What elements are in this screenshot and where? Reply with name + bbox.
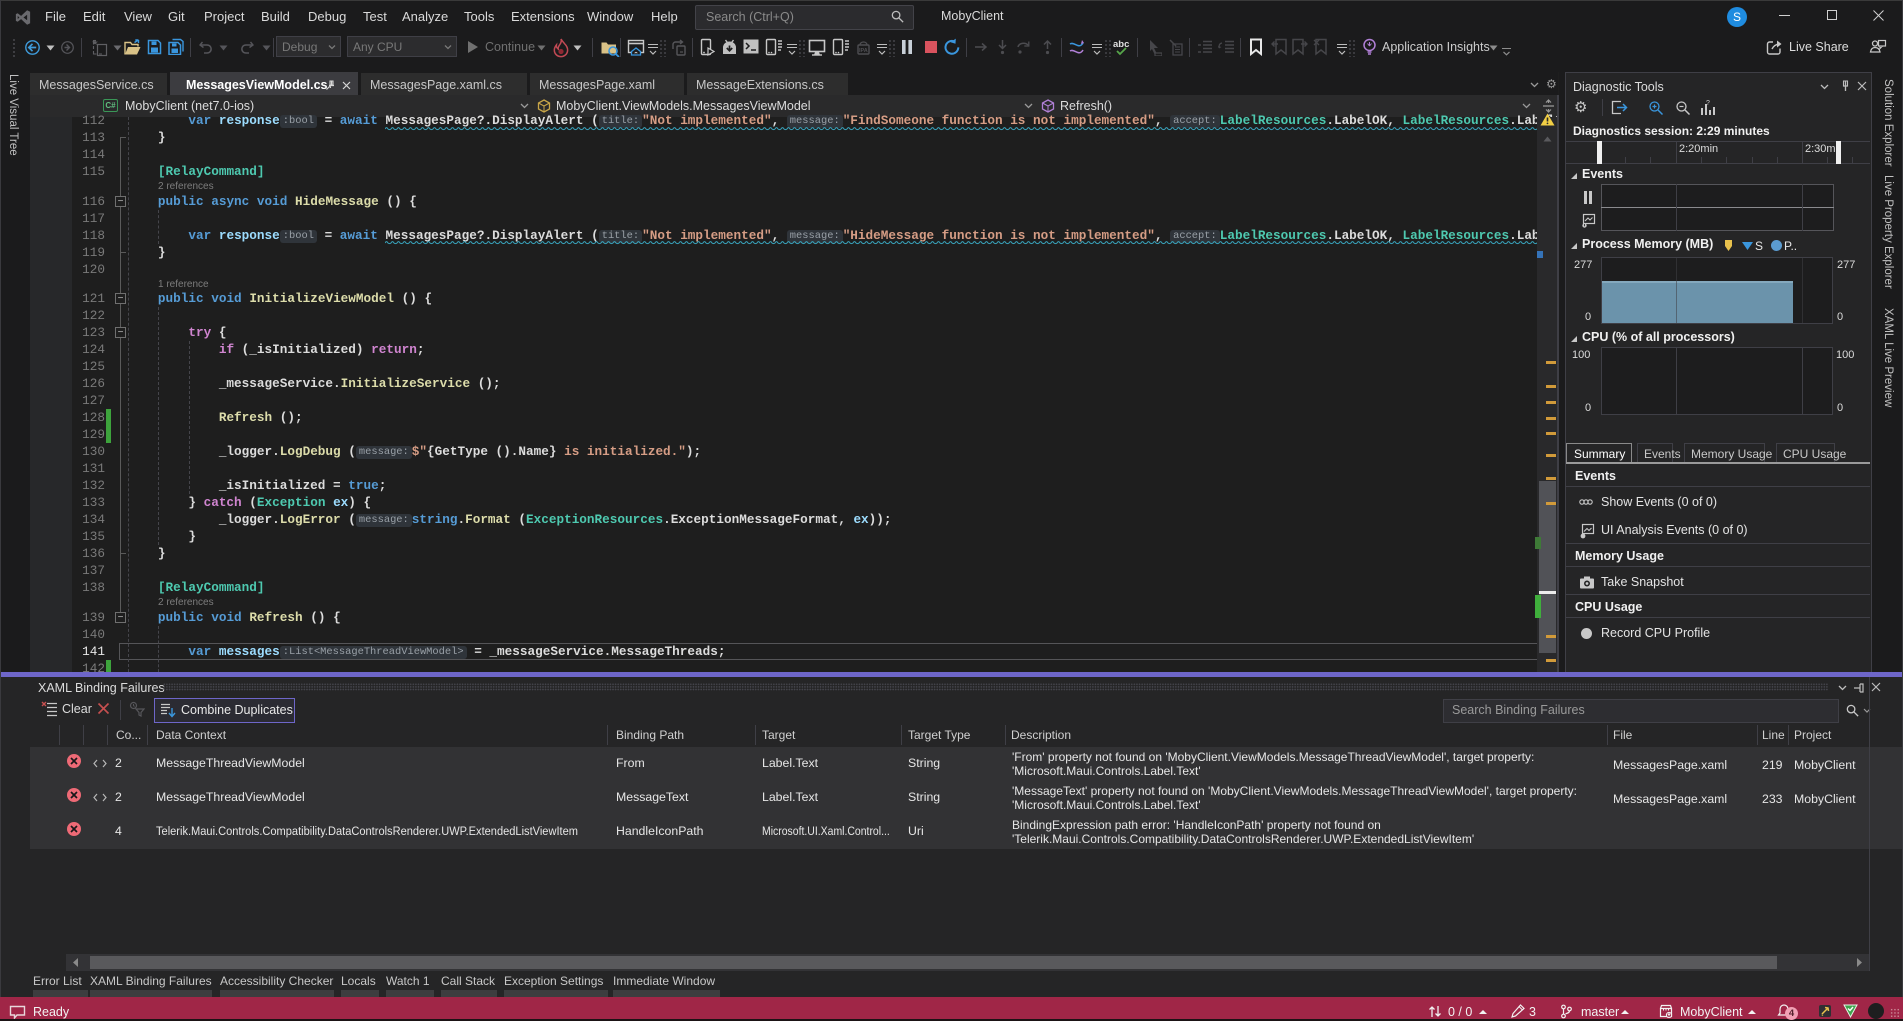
svg-text:IPA: IPA — [859, 48, 868, 54]
svg-text:abc: abc — [1113, 39, 1129, 50]
svg-text:?: ? — [1706, 100, 1710, 107]
